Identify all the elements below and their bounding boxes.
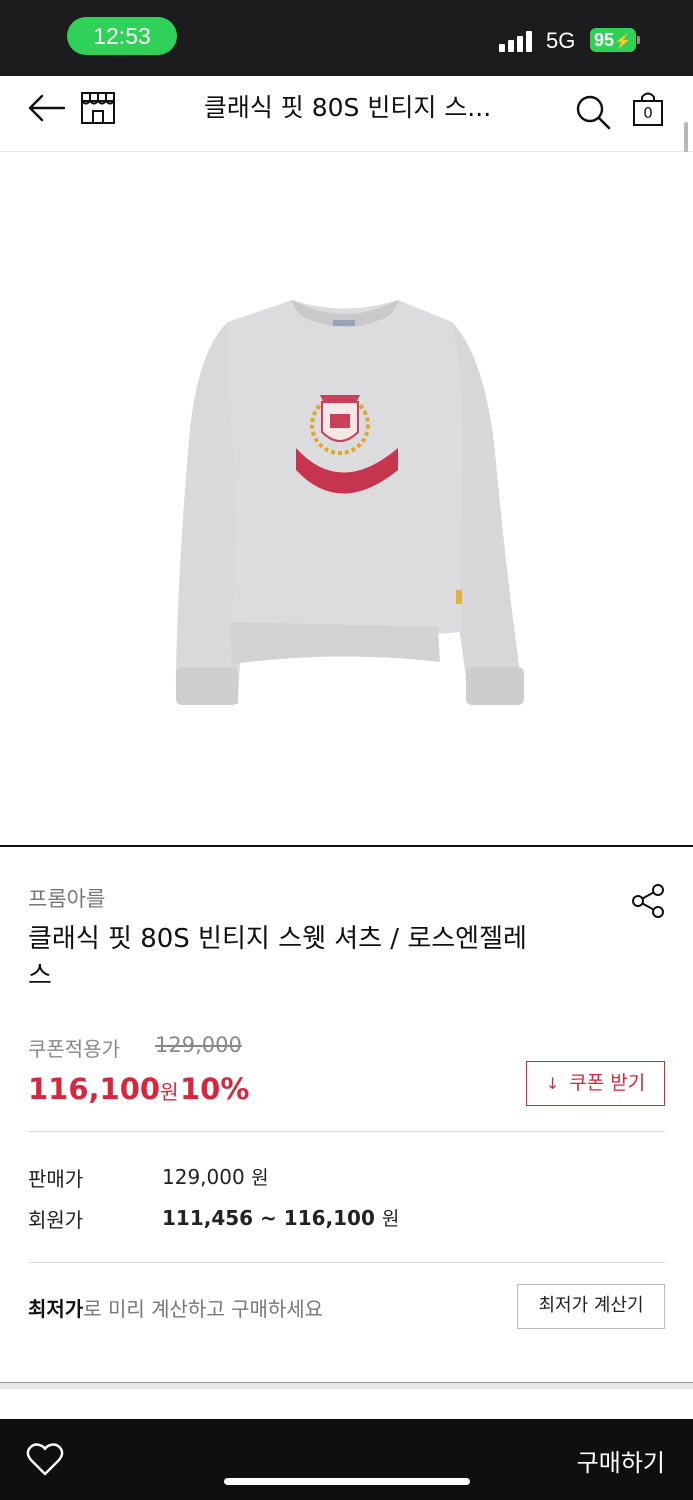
- sell-price-value: 129,000: [162, 1165, 245, 1189]
- status-bar: 12:53 5G 95⚡: [0, 0, 693, 76]
- buy-button[interactable]: 구매하기: [577, 1443, 665, 1478]
- sell-price: 129,000 원: [162, 1163, 269, 1190]
- sale-price-value: 116,100: [28, 1072, 161, 1106]
- member-price-label: 회원가: [28, 1208, 84, 1232]
- member-price: 111,456 ~ 116,100 원: [162, 1204, 399, 1231]
- bottom-action-bar: 구매하기: [0, 1419, 693, 1500]
- discount-rate: 10%: [180, 1072, 250, 1106]
- battery-icon: 95⚡: [590, 28, 636, 52]
- battery-tip: [637, 36, 640, 44]
- network-label: 5G: [546, 28, 576, 53]
- member-price-value: 111,456 ~ 116,100: [162, 1206, 375, 1230]
- product-image[interactable]: [0, 152, 693, 846]
- cart-icon[interactable]: 0: [632, 91, 664, 131]
- product-name-line2: 스: [28, 961, 52, 991]
- signal-icon: [499, 30, 535, 52]
- share-icon[interactable]: [631, 883, 667, 923]
- sale-price: 116,100원: [28, 1072, 179, 1106]
- search-icon[interactable]: [574, 93, 612, 135]
- cart-count: 0: [643, 104, 653, 122]
- heart-icon[interactable]: [25, 1441, 65, 1481]
- home-indicator[interactable]: [224, 1478, 470, 1485]
- product-name-line1: 클래식 핏 80S 빈티지 스웻 셔츠 / 로스엔젤레: [28, 924, 527, 954]
- download-icon: ↓: [545, 1074, 560, 1093]
- status-time: 12:53: [67, 17, 177, 55]
- product-name: 클래식 핏 80S 빈티지 스웻 셔츠 / 로스엔젤레 스: [28, 921, 588, 995]
- section-divider: [0, 1382, 693, 1389]
- sweatshirt-illustration: [175, 300, 524, 705]
- divider: [28, 1262, 665, 1263]
- lowest-price-bold: 최저가: [28, 1297, 84, 1321]
- hero-divider: [0, 845, 693, 847]
- coupon-price-label: 쿠폰적용가: [28, 1037, 120, 1061]
- coupon-button-label: 쿠폰 받기: [569, 1072, 646, 1094]
- divider: [28, 1131, 665, 1132]
- brand-name[interactable]: 프롬아를: [28, 883, 105, 913]
- lowest-price-calculator-button[interactable]: 최저가 계산기: [517, 1284, 665, 1329]
- top-nav: 클래식 핏 80S 빈티지 스... 0: [0, 76, 693, 152]
- store-icon[interactable]: [80, 91, 116, 129]
- battery-level: 95: [594, 30, 615, 50]
- back-arrow-icon[interactable]: [26, 92, 66, 128]
- member-price-unit: 원: [381, 1208, 400, 1230]
- sell-price-label: 판매가: [28, 1167, 84, 1191]
- original-price: 129,000: [155, 1033, 242, 1057]
- lowest-price-rest: 로 미리 계산하고 구매하세요: [83, 1297, 324, 1321]
- sell-price-unit: 원: [251, 1167, 269, 1189]
- sale-price-unit: 원: [160, 1080, 179, 1104]
- get-coupon-button[interactable]: ↓ 쿠폰 받기: [526, 1061, 665, 1106]
- page-title: 클래식 핏 80S 빈티지 스...: [203, 93, 492, 122]
- lowest-price-prompt: 최저가로 미리 계산하고 구매하세요: [28, 1293, 323, 1322]
